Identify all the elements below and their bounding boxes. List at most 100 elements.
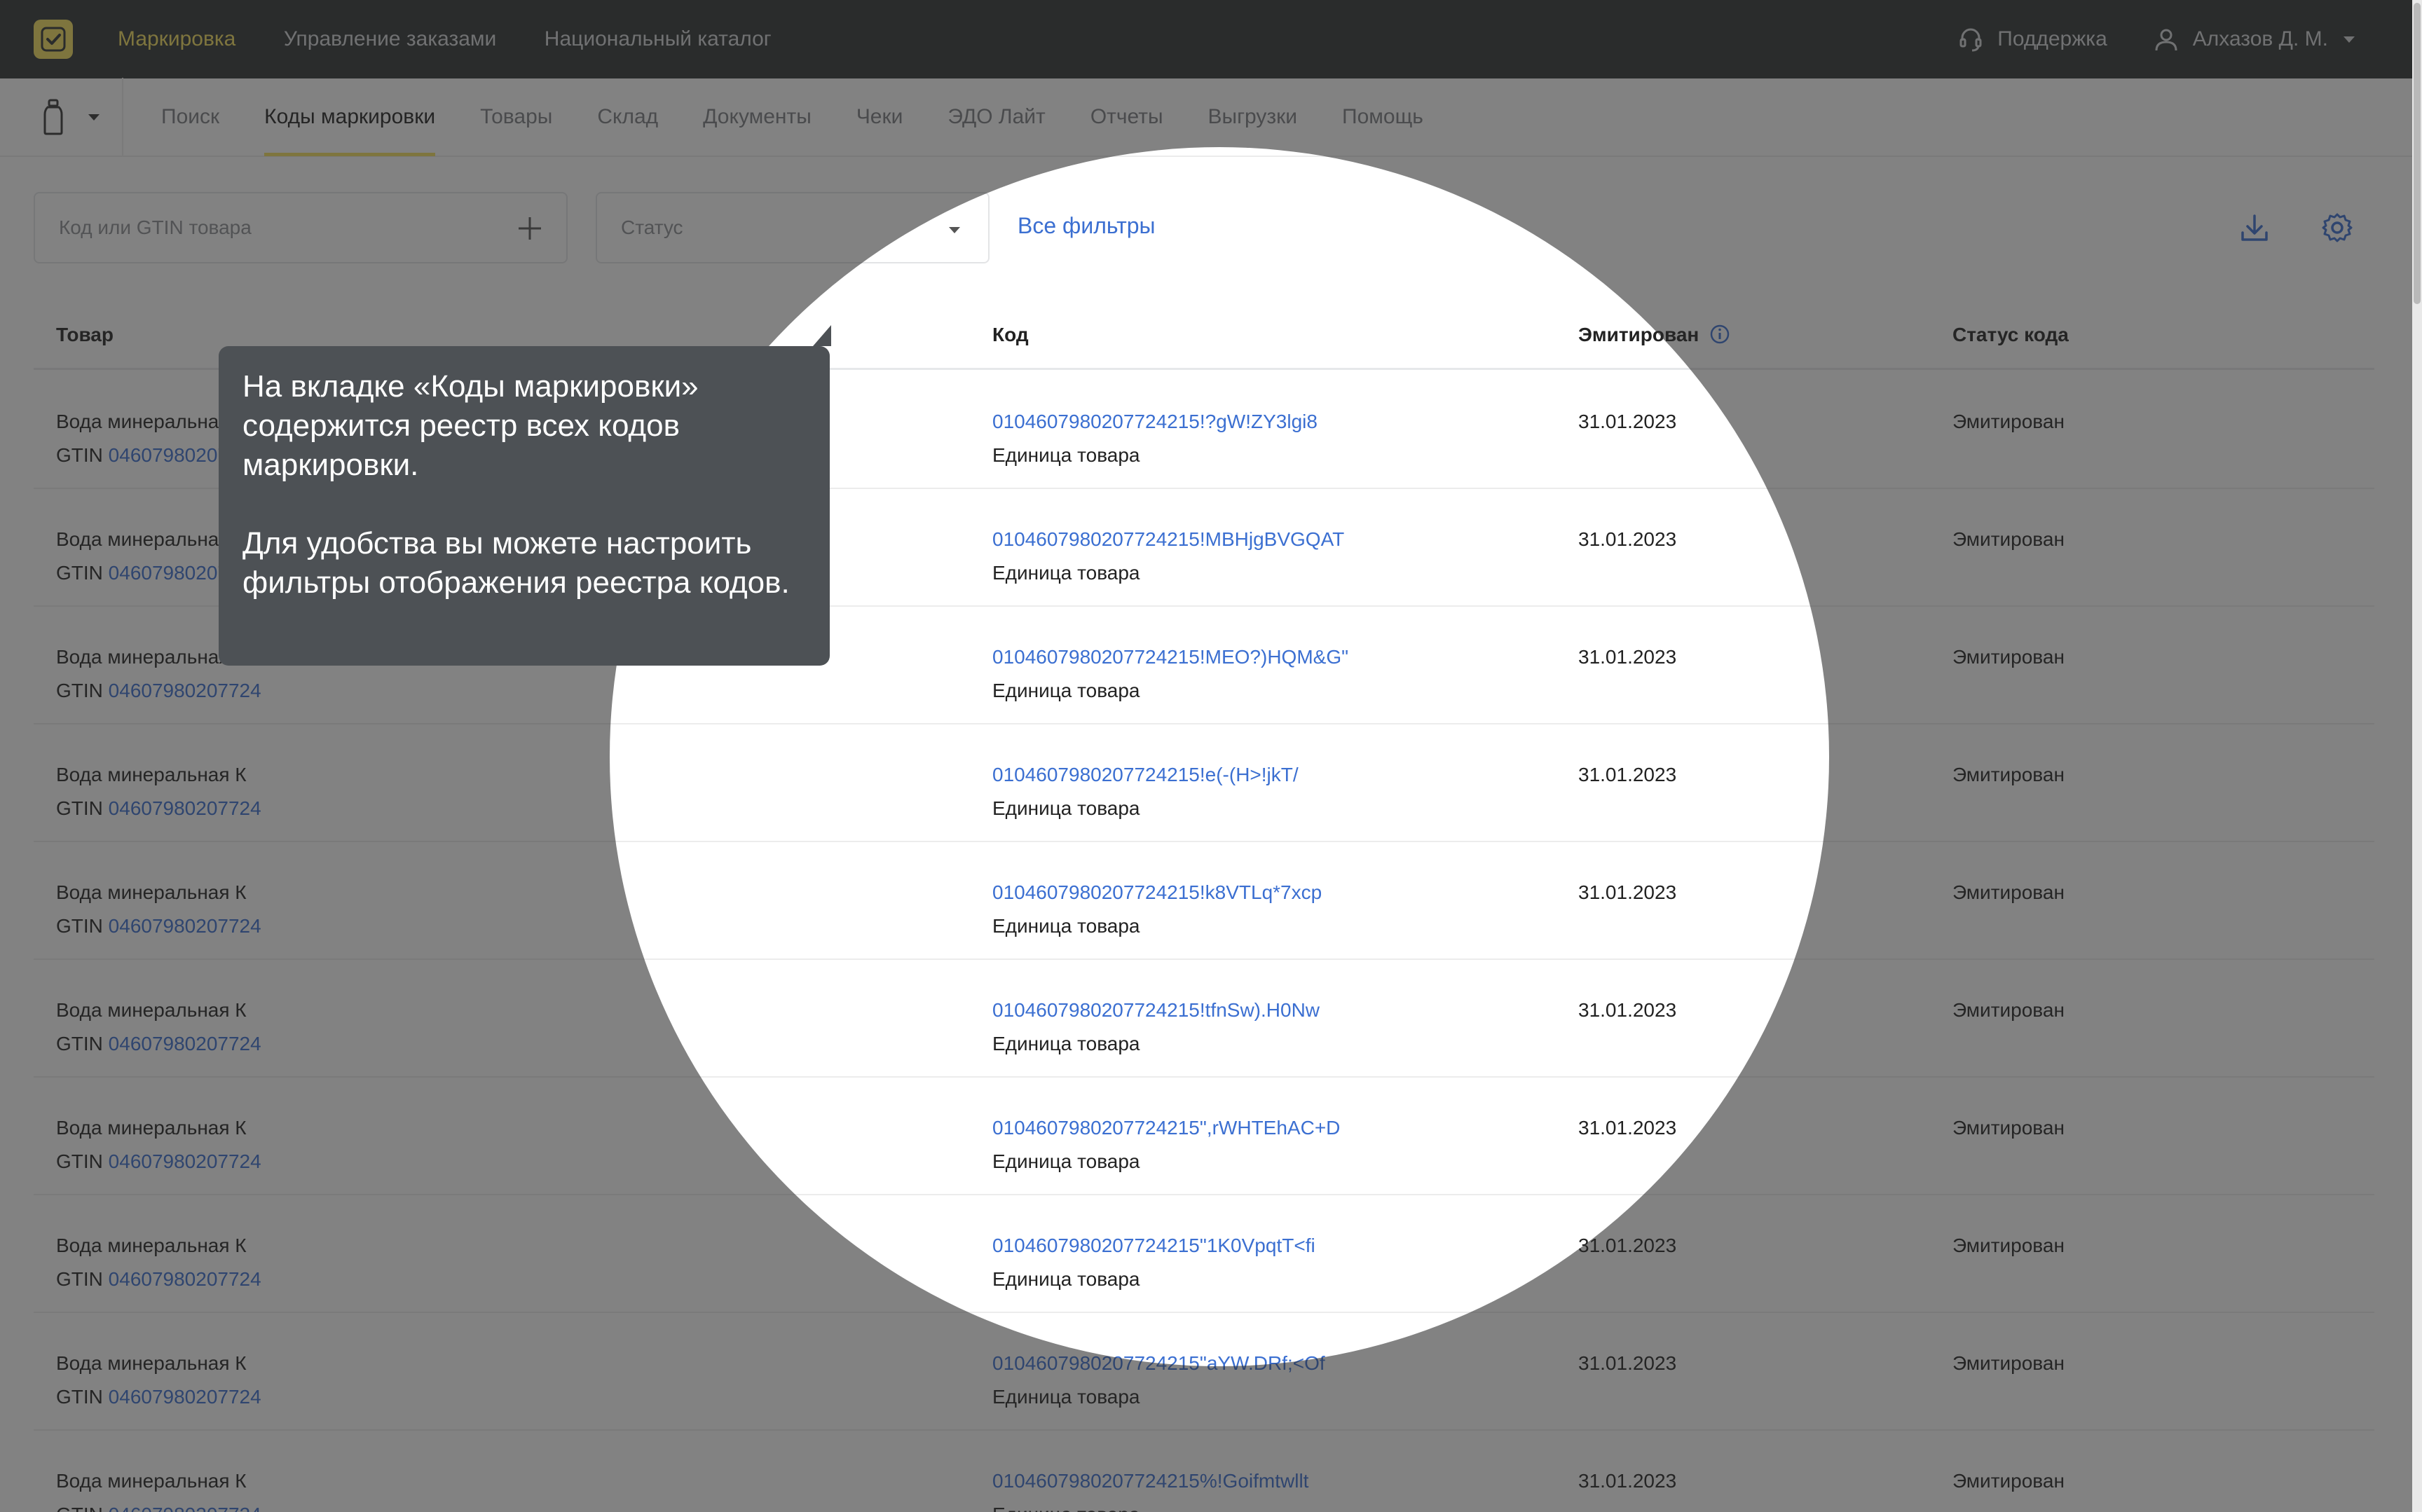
top-nav-catalog[interactable]: Национальный каталог <box>545 27 772 50</box>
code-search-input[interactable]: Код или GTIN товара <box>34 192 568 263</box>
unit-type: Единица товара <box>992 1498 1308 1512</box>
plus-icon[interactable] <box>516 214 544 242</box>
code-cell: 0104607980207724215"1K0VpqtT<fi Единица … <box>992 1229 1315 1296</box>
tab-help[interactable]: Помощь <box>1342 78 1423 156</box>
gtin-link[interactable]: 04607980207724 <box>109 915 261 937</box>
gtin-line: GTIN 04607980207724 <box>56 1380 261 1414</box>
user-menu[interactable]: Алхазов Д. М. <box>2152 25 2355 53</box>
support-label: Поддержка <box>1997 27 2107 50</box>
sub-nav: Поиск Коды маркировки Товары Склад Докум… <box>0 78 2422 157</box>
gtin-line: GTIN 04607980207724 <box>56 909 261 943</box>
header-product: Товар <box>56 324 114 345</box>
table-row[interactable]: Вода минеральная К GTIN 04607980207724 0… <box>34 1431 2374 1512</box>
chevron-down-icon <box>2344 36 2355 43</box>
all-filters-link[interactable]: Все фильтры <box>1018 213 1156 239</box>
table-row[interactable]: Вода минеральная К GTIN 04607980207724 0… <box>34 724 2374 842</box>
gtin-link[interactable]: 04607980207724 <box>109 1504 261 1512</box>
top-nav-marking[interactable]: Маркировка <box>118 27 235 50</box>
emitted-date: 31.01.2023 <box>1578 999 1677 1021</box>
header-status: Статус кода <box>1952 324 2069 345</box>
code-cell: 0104607980207724215!e(-(H>!jkT/ Единица … <box>992 758 1299 825</box>
status-badge: Эмитирован <box>1952 646 2065 668</box>
gtin-link[interactable]: 04607980207724 <box>109 1386 261 1408</box>
gtin-line: GTIN 04607980207724 <box>56 1498 261 1512</box>
status-badge: Эмитирован <box>1952 999 2065 1021</box>
tab-products[interactable]: Товары <box>480 78 552 156</box>
gtin-link[interactable]: 04607980207724 <box>109 1033 261 1054</box>
gtin-link[interactable]: 04607980207724 <box>109 797 261 819</box>
gtin-label: GTIN <box>56 797 103 819</box>
user-label: Алхазов Д. М. <box>2192 27 2328 50</box>
gear-icon[interactable] <box>2320 210 2355 245</box>
product-group-switcher[interactable] <box>0 78 123 156</box>
table-row[interactable]: Вода минеральная К GTIN 04607980207724 0… <box>34 1195 2374 1313</box>
gtin-link[interactable]: 04607980207724 <box>109 680 261 701</box>
code-link[interactable]: 0104607980207724215%!Goifmtwllt <box>992 1464 1308 1498</box>
tab-reports[interactable]: Отчеты <box>1090 78 1163 156</box>
code-link[interactable]: 0104607980207724215!MEO?)HQM&G" <box>992 640 1348 674</box>
top-nav: Маркировка Управление заказами Националь… <box>118 27 816 51</box>
status-badge: Эмитирован <box>1952 528 2065 550</box>
unit-type: Единица товара <box>992 1386 1140 1408</box>
code-link[interactable]: 0104607980207724215!?gW!ZY3lgi8 <box>992 405 1318 439</box>
table-row[interactable]: Вода минеральная К GTIN 04607980207724 0… <box>34 842 2374 960</box>
tooltip-text-2: Для удобства вы можете настроить фильтры… <box>242 526 790 600</box>
tab-edo-lite[interactable]: ЭДО Лайт <box>947 78 1045 156</box>
top-right: Поддержка Алхазов Д. М. <box>1912 0 2355 78</box>
tab-search[interactable]: Поиск <box>161 78 219 156</box>
gtin-line: GTIN 04607980207724 <box>56 1027 261 1061</box>
support-link[interactable]: Поддержка <box>1957 25 2107 53</box>
product-cell: Вода минеральная К GTIN 04607980207724 <box>56 876 261 943</box>
code-link[interactable]: 0104607980207724215!e(-(H>!jkT/ <box>992 758 1299 792</box>
emitted-date: 31.01.2023 <box>1578 881 1677 903</box>
code-link[interactable]: 0104607980207724215"1K0VpqtT<fi <box>992 1229 1315 1263</box>
product-cell: Вода минеральная К GTIN 04607980207724 <box>56 1111 261 1178</box>
chevron-down-icon <box>949 227 960 233</box>
code-link[interactable]: 0104607980207724215!tfnSw).H0Nw <box>992 994 1320 1027</box>
gtin-label: GTIN <box>56 1504 103 1512</box>
download-icon[interactable] <box>2237 210 2272 245</box>
table-row[interactable]: Вода минеральная К GTIN 04607980207724 0… <box>34 1313 2374 1431</box>
gtin-label: GTIN <box>56 562 103 584</box>
emitted-date: 31.01.2023 <box>1578 411 1677 432</box>
code-link[interactable]: 0104607980207724215",rWHTEhAC+D <box>992 1111 1340 1145</box>
code-cell: 0104607980207724215!tfnSw).H0Nw Единица … <box>992 994 1320 1061</box>
status-badge: Эмитирован <box>1952 881 2065 903</box>
gtin-link[interactable]: 04607980207724 <box>109 1150 261 1172</box>
info-icon[interactable] <box>1710 324 1730 344</box>
code-cell: 0104607980207724215",rWHTEhAC+D Единица … <box>992 1111 1340 1178</box>
tab-documents[interactable]: Документы <box>703 78 812 156</box>
gtin-link[interactable]: 04607980207724 <box>109 1268 261 1290</box>
tab-exports[interactable]: Выгрузки <box>1208 78 1298 156</box>
status-badge: Эмитирован <box>1952 1235 2065 1256</box>
gtin-label: GTIN <box>56 1033 103 1054</box>
product-cell: Вода минеральная К GTIN 04607980207724 <box>56 758 261 825</box>
page-scrollbar[interactable] <box>2412 0 2422 1512</box>
gtin-line: GTIN 04607980207724 <box>56 792 261 825</box>
emitted-date: 31.01.2023 <box>1578 764 1677 785</box>
status-badge: Эмитирован <box>1952 1117 2065 1139</box>
gtin-line: GTIN 04607980207724 <box>56 1145 261 1178</box>
code-link[interactable]: 0104607980207724215!k8VTLq*7xcp <box>992 876 1322 909</box>
unit-type: Единица товара <box>992 1033 1140 1054</box>
code-link[interactable]: 0104607980207724215!MBHjgBVGQAT <box>992 523 1344 556</box>
code-search-placeholder: Код или GTIN товара <box>59 217 252 238</box>
tab-warehouse[interactable]: Склад <box>597 78 658 156</box>
status-badge: Эмитирован <box>1952 411 2065 432</box>
tab-receipts[interactable]: Чеки <box>856 78 903 156</box>
scrollbar-thumb[interactable] <box>2414 3 2421 304</box>
product-name: Вода минеральная К <box>56 1352 247 1374</box>
chevron-down-icon <box>88 114 100 121</box>
logo-icon[interactable] <box>34 20 73 59</box>
emitted-date: 31.01.2023 <box>1578 1117 1677 1139</box>
top-nav-orders[interactable]: Управление заказами <box>284 27 497 50</box>
tab-marking-codes[interactable]: Коды маркировки <box>264 78 435 156</box>
status-select[interactable]: Статус <box>596 192 990 263</box>
code-link[interactable]: 0104607980207724215"aYW.DRf;<Of <box>992 1347 1325 1380</box>
code-cell: 0104607980207724215!?gW!ZY3lgi8 Единица … <box>992 405 1318 472</box>
headset-icon <box>1959 28 1982 52</box>
table-row[interactable]: Вода минеральная К GTIN 04607980207724 0… <box>34 960 2374 1078</box>
user-icon <box>2155 29 2177 51</box>
gtin-label: GTIN <box>56 1150 103 1172</box>
table-row[interactable]: Вода минеральная К GTIN 04607980207724 0… <box>34 1078 2374 1195</box>
